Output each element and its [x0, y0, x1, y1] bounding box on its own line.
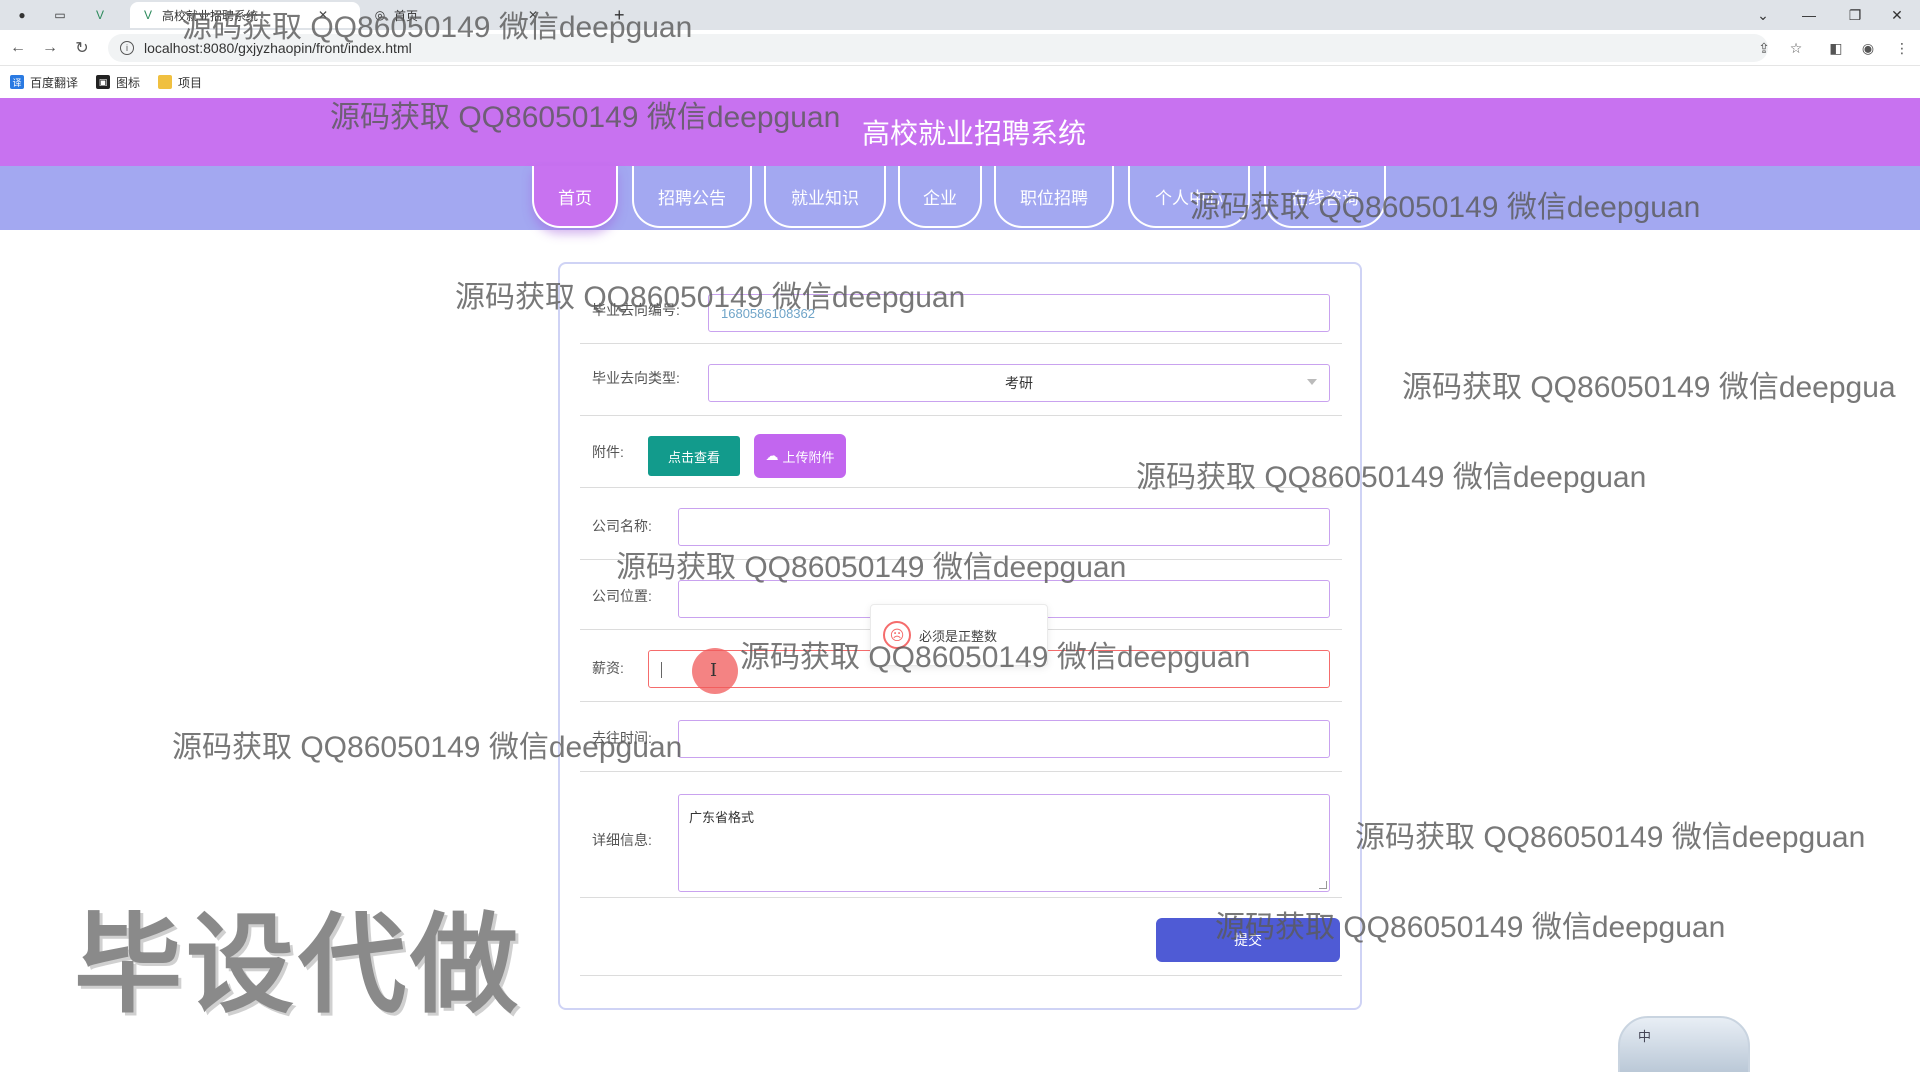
- salary-label: 薪资:: [592, 660, 624, 676]
- bookmark-label: 百度翻译: [30, 75, 79, 90]
- company-location-label: 公司位置:: [592, 588, 652, 604]
- watermark: 源码获取 QQ86050149 微信deepguan: [1190, 191, 1701, 224]
- nav-label: 招聘公告: [658, 188, 726, 208]
- vue-icon: V: [143, 8, 152, 22]
- back-icon[interactable]: ←: [6, 36, 30, 60]
- tab-blank[interactable]: ▭: [52, 2, 74, 28]
- view-attachment-button[interactable]: 点击查看: [648, 436, 740, 476]
- forward-icon[interactable]: →: [38, 36, 62, 60]
- company-name-field[interactable]: [678, 508, 1330, 546]
- form-row-detail: 详细信息: 广东省格式: [580, 772, 1342, 898]
- bookmark-icons[interactable]: ▣ 图标: [96, 74, 140, 91]
- form-row-type: 毕业去向类型: 考研: [580, 344, 1342, 416]
- nav-home[interactable]: 首页: [532, 166, 618, 228]
- stamp-text: 毕设代做: [74, 904, 523, 1025]
- detail-label: 详细信息:: [592, 832, 652, 848]
- watermark: 源码获取 QQ86050149 微信deepguan: [1215, 911, 1726, 944]
- star-icon[interactable]: ☆: [1786, 38, 1806, 58]
- sidepanel-icon[interactable]: ◧: [1826, 38, 1846, 58]
- detail-textarea[interactable]: 广东省格式: [678, 794, 1330, 892]
- nav-label: 职位招聘: [1020, 188, 1088, 208]
- tab-list-icon[interactable]: ⌄: [1740, 0, 1786, 30]
- nav-label: 就业知识: [791, 188, 859, 208]
- bookmark-project[interactable]: 项目: [158, 74, 202, 91]
- view-label: 点击查看: [667, 449, 720, 465]
- nav-companies[interactable]: 企业: [898, 166, 982, 228]
- nav-announcements[interactable]: 招聘公告: [632, 166, 752, 228]
- restore-icon[interactable]: ❐: [1832, 0, 1878, 30]
- ime-widget[interactable]: 中: [1618, 1016, 1750, 1072]
- site-header: 高校就业招聘系统: [0, 98, 1920, 166]
- time-field[interactable]: [678, 720, 1330, 758]
- folder-icon: [158, 75, 173, 89]
- watermark: 源码获取 QQ86050149 微信deepguan: [1136, 461, 1647, 494]
- upload-cloud-icon: ☁: [765, 448, 779, 463]
- type-value: 考研: [1005, 375, 1033, 391]
- bookmark-label: 图标: [116, 75, 141, 90]
- watermark: 源码获取 QQ86050149 微信deepguan: [182, 11, 693, 44]
- nav-jobs[interactable]: 职位招聘: [994, 166, 1114, 228]
- nav-label: 首页: [558, 188, 592, 208]
- close-window-icon[interactable]: ✕: [1874, 0, 1920, 30]
- upload-attachment-button[interactable]: ☁ 上传附件: [754, 434, 846, 478]
- tab-github[interactable]: ●: [14, 2, 36, 28]
- watermark: 源码获取 QQ86050149 微信deepguan: [740, 641, 1251, 674]
- profile-icon[interactable]: ◉: [1858, 38, 1878, 58]
- upload-label: 上传附件: [782, 449, 835, 465]
- vue-icon: V: [95, 8, 104, 22]
- menu-icon[interactable]: ⋮: [1892, 38, 1912, 58]
- watermark: 源码获取 QQ86050149 微信deepguan: [330, 101, 841, 134]
- watermark: 源码获取 QQ86050149 微信deepguan: [455, 281, 966, 314]
- watermark: 源码获取 QQ86050149 微信deepguan: [1355, 821, 1866, 854]
- watermark: 源码获取 QQ86050149 微信deepguan: [616, 551, 1127, 584]
- bookmark-baidu-translate[interactable]: 译 百度翻译: [10, 74, 78, 91]
- type-label: 毕业去向类型:: [592, 370, 680, 386]
- form-row-time: 去往时间:: [580, 702, 1342, 772]
- ime-label: 中: [1638, 1029, 1652, 1044]
- bookmark-label: 项目: [178, 75, 203, 90]
- tab-vue[interactable]: V: [92, 2, 114, 28]
- detail-value: 广东省格式: [689, 810, 755, 825]
- reload-icon[interactable]: ↻: [70, 36, 94, 60]
- type-select[interactable]: 考研: [708, 364, 1330, 402]
- screen: ● ▭ V V 高校就业招聘系统 ✕ ◎ 首页 ✕ + ⌄ — ❐ ✕ ← → …: [0, 0, 1920, 1072]
- image-icon: ▣: [96, 75, 111, 89]
- minimize-icon[interactable]: —: [1786, 0, 1832, 30]
- page-icon: ▭: [54, 8, 66, 22]
- bookmarks-bar: 译 百度翻译 ▣ 图标 项目: [0, 67, 1920, 97]
- resize-handle-icon[interactable]: [1319, 881, 1327, 889]
- nav-knowledge[interactable]: 就业知识: [764, 166, 886, 228]
- chevron-down-icon: [1307, 379, 1317, 385]
- watermark: 源码获取 QQ86050149 微信deepguan: [172, 731, 683, 764]
- translate-icon: 译: [10, 75, 24, 89]
- site-title: 高校就业招聘系统: [861, 118, 1086, 149]
- attachment-label: 附件:: [592, 444, 624, 460]
- github-icon: ●: [18, 8, 26, 22]
- share-icon[interactable]: ⇪: [1754, 38, 1774, 58]
- watermark: 源码获取 QQ86050149 微信deepgua: [1402, 371, 1896, 404]
- company-name-label: 公司名称:: [592, 518, 652, 534]
- nav-label: 企业: [923, 188, 957, 208]
- ibeam-cursor-icon: I: [710, 660, 718, 681]
- text-caret: [661, 662, 662, 678]
- info-icon[interactable]: i: [120, 41, 134, 55]
